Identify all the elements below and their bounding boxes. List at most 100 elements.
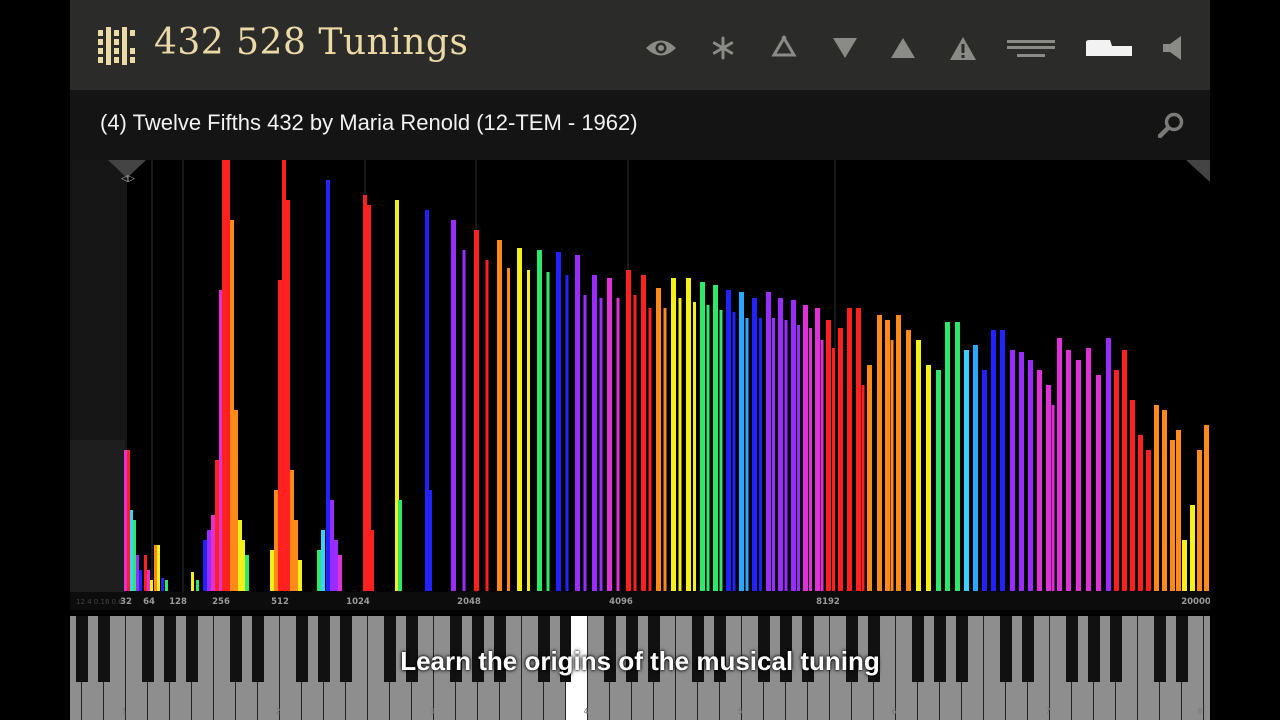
piano-black-key[interactable] [230, 616, 242, 682]
piano-black-key[interactable] [76, 616, 88, 682]
piano-black-key[interactable] [318, 616, 330, 682]
tuning-title[interactable]: (4) Twelve Fifths 432 by Maria Renold (1… [100, 110, 638, 136]
piano-black-key[interactable] [98, 616, 110, 682]
recycle-icon[interactable] [770, 34, 798, 62]
freq-label: 2048 [457, 597, 481, 607]
speaker-icon[interactable] [1162, 34, 1184, 62]
spectrum-bar [700, 282, 705, 591]
spectrum-bar [616, 298, 620, 591]
piano-black-key[interactable] [494, 616, 506, 682]
spectrum-bar [1028, 360, 1033, 591]
spectrum-bar [130, 510, 133, 591]
piano-black-key[interactable] [340, 616, 352, 682]
piano-black-key[interactable] [538, 616, 550, 682]
piano-black-key[interactable] [186, 616, 198, 682]
piano-black-key[interactable] [846, 616, 858, 682]
piano-black-key[interactable] [406, 616, 418, 682]
spectrum-bar [546, 272, 550, 591]
spectrum-bar [648, 308, 652, 591]
piano-black-key[interactable] [604, 616, 616, 682]
spectrum-bar [815, 308, 820, 591]
piano-black-key[interactable] [1000, 616, 1012, 682]
spectrum-bar [803, 305, 808, 591]
spectrum-bar [991, 330, 996, 591]
piano-black-key[interactable] [626, 616, 638, 682]
handle-arrows-icon[interactable]: ◁▷ [121, 174, 135, 184]
eye-icon[interactable] [644, 34, 678, 62]
piano-black-key[interactable] [912, 616, 924, 682]
piano-black-key[interactable] [758, 616, 770, 682]
triangle-up-icon[interactable] [890, 34, 916, 62]
piano-black-key[interactable] [1110, 616, 1122, 682]
piano-black-key[interactable] [164, 616, 176, 682]
search-icon[interactable] [1158, 112, 1184, 138]
piano-black-key[interactable] [648, 616, 660, 682]
piano-black-key[interactable] [560, 616, 572, 682]
snowflake-icon[interactable] [710, 34, 736, 62]
piano-keyboard[interactable]: 1 2 3 4 5 6 7 8 [70, 616, 1210, 720]
piano-black-key[interactable] [1066, 616, 1078, 682]
left-tick-text: 12.4 0.16 0.6 [76, 598, 123, 606]
frequency-axis [70, 592, 1210, 610]
piano-black-key[interactable] [252, 616, 264, 682]
piano-black-key[interactable] [296, 616, 308, 682]
piano-black-key[interactable] [1176, 616, 1188, 682]
spectrum-bar [847, 308, 852, 591]
spectrum-bar [282, 160, 286, 591]
spectrum-bar [809, 328, 812, 591]
spectrum-bar [1154, 405, 1159, 591]
piano-black-key[interactable] [1154, 616, 1166, 682]
spectrum-bar [136, 555, 139, 591]
spectrum-bar [856, 308, 861, 591]
piano-black-key[interactable] [802, 616, 814, 682]
piano-key-highlight-bar [571, 616, 583, 720]
piano-black-key[interactable] [384, 616, 396, 682]
spectrum-bar [599, 298, 603, 591]
spectrum-bar [1114, 370, 1119, 591]
spectrum-bar [885, 320, 890, 591]
piano-white-key[interactable] [1204, 616, 1210, 720]
triangle-down-icon[interactable] [832, 34, 858, 62]
piano-toggle-icon[interactable] [1084, 34, 1134, 62]
spectrum-bar [527, 270, 530, 591]
spectrum-bar [1057, 338, 1062, 591]
spectrum-bar [298, 560, 302, 591]
piano-black-key[interactable] [780, 616, 792, 682]
piano-black-key[interactable] [714, 616, 726, 682]
spectrum-bar [1197, 450, 1202, 591]
spectrum-bar [797, 325, 800, 591]
spectrum-bar [778, 298, 783, 591]
spectrum-bar [157, 545, 160, 591]
spectrum-bar [575, 255, 580, 591]
spectrum-bar [1019, 352, 1024, 591]
app-title: 432 528 Tunings [154, 22, 469, 63]
piano-black-key[interactable] [450, 616, 462, 682]
spectrum-bar [330, 500, 334, 591]
spectrum-bar [926, 365, 931, 591]
piano-black-key[interactable] [868, 616, 880, 682]
piano-black-key[interactable] [142, 616, 154, 682]
spectrum-bar [607, 278, 612, 591]
piano-black-key[interactable] [1022, 616, 1034, 682]
piano-black-key[interactable] [472, 616, 484, 682]
spectrum-bar [154, 545, 157, 591]
piano-black-key[interactable] [692, 616, 704, 682]
spectrum-bar [294, 520, 298, 591]
spectrum-bar [890, 340, 894, 591]
freq-label: 4096 [609, 597, 633, 607]
keyboard-icon[interactable] [1007, 34, 1055, 62]
spectrum-bar [497, 240, 502, 591]
top-toolbar: 432 528 Tunings [70, 0, 1210, 90]
piano-black-key[interactable] [1088, 616, 1100, 682]
piano-black-key[interactable] [956, 616, 968, 682]
spectrum-bar [936, 370, 941, 591]
spectrum-bar [1122, 350, 1127, 591]
piano-black-key[interactable] [934, 616, 946, 682]
spectrum-bar [245, 555, 249, 591]
spectrum-bar [203, 540, 207, 591]
warning-icon[interactable] [949, 34, 977, 62]
spectrum-bar [191, 572, 194, 591]
spectrum-bar [290, 470, 294, 591]
spectrum-analyzer[interactable]: ◁▷ 12.4 0.16 0.6 32 64 128 256 512 1024 … [70, 160, 1210, 610]
octave-label: 7 [1045, 707, 1050, 716]
